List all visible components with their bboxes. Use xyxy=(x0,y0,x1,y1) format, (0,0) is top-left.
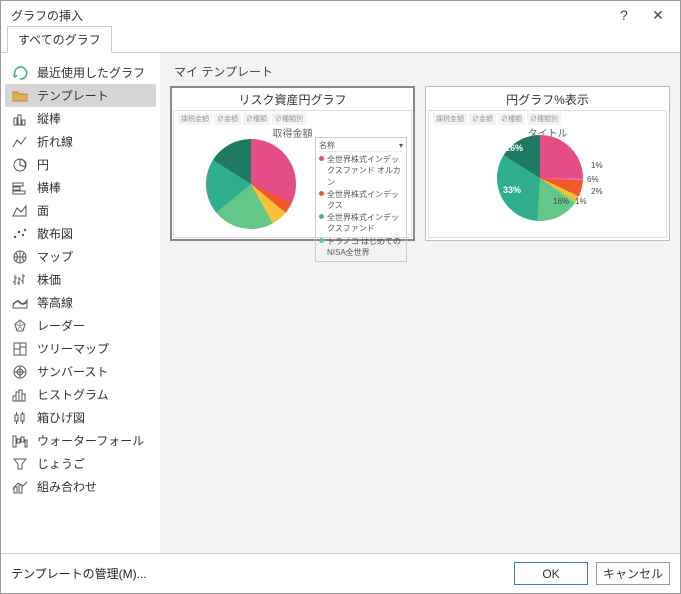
sidebar-item-area[interactable]: 面 xyxy=(5,199,156,222)
map-chart-icon xyxy=(11,249,29,265)
preview-tabs: 課税金額∅金額∅種類∅種類別 xyxy=(178,113,407,125)
template-preview: 課税金額∅金額∅種類∅種類別 取得金額 名称▾ 全世界株式インデックスファンド … xyxy=(173,110,412,238)
insert-chart-dialog: グラフの挿入 ? ✕ すべてのグラフ 最近使用したグラフ テンプレート 縦棒 折… xyxy=(0,0,681,594)
sidebar-item-label: 縦棒 xyxy=(37,110,61,127)
template-title: リスク資産円グラフ xyxy=(173,89,412,110)
data-label: 1% xyxy=(591,161,603,170)
legend-dot-icon xyxy=(319,156,324,161)
boxwhisker-icon xyxy=(11,410,29,426)
sidebar-item-label: ヒストグラム xyxy=(37,386,109,403)
legend-dot-icon xyxy=(319,238,324,243)
area-chart-icon xyxy=(11,203,29,219)
sidebar-item-label: 最近使用したグラフ xyxy=(37,64,145,81)
manage-templates-link[interactable]: テンプレートの管理(M)... xyxy=(11,565,147,582)
sidebar-item-line[interactable]: 折れ線 xyxy=(5,130,156,153)
sidebar-item-label: 散布図 xyxy=(37,225,73,242)
sidebar-item-combo[interactable]: 組み合わせ xyxy=(5,475,156,498)
data-label: 1% xyxy=(575,197,587,206)
dialog-body: 最近使用したグラフ テンプレート 縦棒 折れ線 円 横棒 xyxy=(1,53,680,553)
column-chart-icon xyxy=(11,111,29,127)
cancel-button[interactable]: キャンセル xyxy=(596,562,670,585)
sidebar-item-label: レーダー xyxy=(37,317,85,334)
chevron-down-icon: ▾ xyxy=(399,140,403,151)
sidebar-item-label: 折れ線 xyxy=(37,133,73,150)
sidebar-item-treemap[interactable]: ツリーマップ xyxy=(5,337,156,360)
sidebar-item-label: サンバースト xyxy=(37,363,108,380)
histogram-icon xyxy=(11,387,29,403)
ok-button[interactable]: OK xyxy=(514,562,588,585)
sidebar-item-label: ツリーマップ xyxy=(37,340,109,357)
close-button[interactable]: ✕ xyxy=(642,4,674,26)
data-label: 2% xyxy=(591,187,603,196)
legend-dot-icon xyxy=(319,214,324,219)
chart-type-sidebar: 最近使用したグラフ テンプレート 縦棒 折れ線 円 横棒 xyxy=(1,53,160,553)
main-panel: マイ テンプレート リスク資産円グラフ 課税金額∅金額∅種類∅種類別 取得金額 … xyxy=(160,53,680,553)
pie-preview xyxy=(206,139,296,229)
sidebar-item-label: 箱ひげ図 xyxy=(37,409,85,426)
combo-chart-icon xyxy=(11,479,29,495)
scatter-chart-icon xyxy=(11,226,29,242)
sidebar-item-radar[interactable]: レーダー xyxy=(5,314,156,337)
sidebar-item-label: マップ xyxy=(37,248,73,265)
waterfall-icon xyxy=(11,433,29,449)
sidebar-item-map[interactable]: マップ xyxy=(5,245,156,268)
sidebar-item-pie[interactable]: 円 xyxy=(5,153,156,176)
sidebar-item-label: 面 xyxy=(37,202,49,219)
template-thumbnails: リスク資産円グラフ 課税金額∅金額∅種類∅種類別 取得金額 名称▾ 全世界株式イ… xyxy=(170,86,670,241)
sunburst-icon xyxy=(11,364,29,380)
sidebar-item-column[interactable]: 縦棒 xyxy=(5,107,156,130)
sidebar-item-label: 組み合わせ xyxy=(37,478,97,495)
radar-chart-icon xyxy=(11,318,29,334)
template-title: 円グラフ%表示 xyxy=(428,89,667,110)
sidebar-item-sunburst[interactable]: サンバースト xyxy=(5,360,156,383)
surface-chart-icon xyxy=(11,295,29,311)
template-thumbnail[interactable]: 円グラフ%表示 課税金額∅金額∅種類∅種類別 タイトル 16% 33% 1% 6… xyxy=(425,86,670,241)
close-icon: ✕ xyxy=(652,7,664,24)
sidebar-item-scatter[interactable]: 散布図 xyxy=(5,222,156,245)
sidebar-item-waterfall[interactable]: ウォーターフォール xyxy=(5,429,156,452)
preview-tabs: 課税金額∅金額∅種類∅種類別 xyxy=(433,113,662,125)
folder-icon xyxy=(11,88,29,104)
sidebar-item-label: じょうご xyxy=(37,455,85,472)
footer-bar: テンプレートの管理(M)... OK キャンセル xyxy=(1,553,680,593)
legend-dot-icon xyxy=(319,191,324,196)
data-label: 33% xyxy=(503,185,521,195)
bar-chart-icon xyxy=(11,180,29,196)
sidebar-item-label: 円 xyxy=(37,156,49,173)
sidebar-item-boxwhisker[interactable]: 箱ひげ図 xyxy=(5,406,156,429)
recent-icon xyxy=(11,65,29,81)
section-title: マイ テンプレート xyxy=(170,63,670,80)
sidebar-item-label: 横棒 xyxy=(37,179,61,196)
funnel-icon xyxy=(11,456,29,472)
sidebar-item-label: ウォーターフォール xyxy=(37,432,144,449)
sidebar-item-funnel[interactable]: じょうご xyxy=(5,452,156,475)
data-label: 6% xyxy=(587,175,599,184)
help-icon: ? xyxy=(620,7,628,23)
titlebar: グラフの挿入 ? ✕ xyxy=(1,1,680,29)
sidebar-item-histogram[interactable]: ヒストグラム xyxy=(5,383,156,406)
sidebar-item-label: 株価 xyxy=(37,271,61,288)
data-label: 16% xyxy=(553,197,569,206)
treemap-icon xyxy=(11,341,29,357)
sidebar-item-surface[interactable]: 等高線 xyxy=(5,291,156,314)
sidebar-item-bar[interactable]: 横棒 xyxy=(5,176,156,199)
sidebar-item-label: 等高線 xyxy=(37,294,73,311)
tabstrip: すべてのグラフ xyxy=(1,29,680,53)
dialog-title: グラフの挿入 xyxy=(11,7,606,24)
template-preview: 課税金額∅金額∅種類∅種類別 タイトル 16% 33% 1% 6% 2% 16%… xyxy=(428,110,667,238)
legend-box: 名称▾ 全世界株式インデックスファンド オルカン 全世界株式インデックス 全世界… xyxy=(315,137,407,262)
data-label: 16% xyxy=(505,143,523,153)
template-thumbnail[interactable]: リスク資産円グラフ 課税金額∅金額∅種類∅種類別 取得金額 名称▾ 全世界株式イ… xyxy=(170,86,415,241)
help-button[interactable]: ? xyxy=(608,4,640,26)
tab-all-charts[interactable]: すべてのグラフ xyxy=(7,26,112,53)
line-chart-icon xyxy=(11,134,29,150)
pie-chart-icon xyxy=(11,157,29,173)
sidebar-item-templates[interactable]: テンプレート xyxy=(5,84,156,107)
stock-chart-icon xyxy=(11,272,29,288)
sidebar-item-label: テンプレート xyxy=(37,87,109,104)
sidebar-item-recent[interactable]: 最近使用したグラフ xyxy=(5,61,156,84)
sidebar-item-stock[interactable]: 株価 xyxy=(5,268,156,291)
